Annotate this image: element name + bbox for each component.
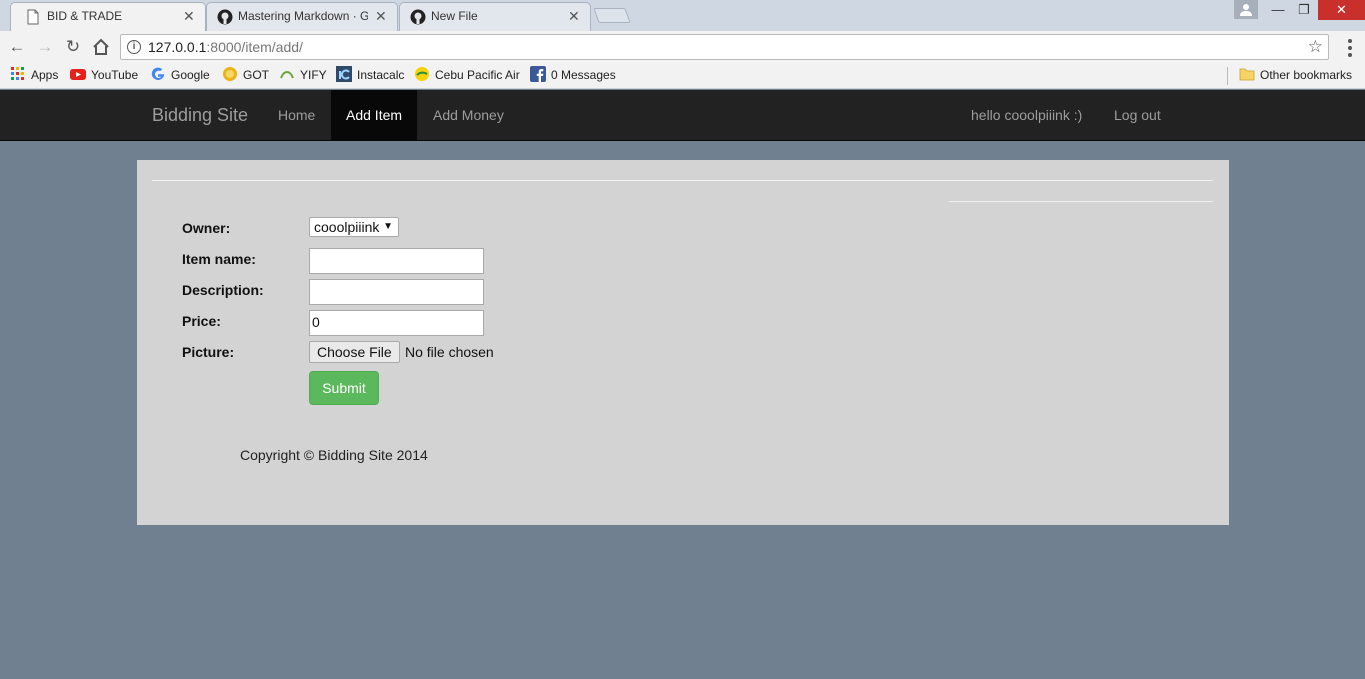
document-icon bbox=[27, 9, 39, 25]
item-name-label: Item name: bbox=[182, 251, 256, 267]
owner-select[interactable]: cooolpiiink ▼ bbox=[309, 217, 399, 237]
tab-title: Mastering Markdown · G bbox=[238, 9, 368, 23]
choose-file-button[interactable]: Choose File bbox=[309, 341, 400, 363]
folder-icon bbox=[1239, 68, 1255, 81]
close-icon[interactable]: ✕ bbox=[183, 8, 195, 25]
close-icon[interactable]: ✕ bbox=[375, 8, 387, 25]
price-input[interactable]: 0 bbox=[309, 310, 484, 336]
profile-icon[interactable] bbox=[1234, 0, 1258, 19]
address-bar[interactable]: i 127.0.0.1:8000/item/add/ ☆ bbox=[120, 34, 1329, 60]
github-icon bbox=[410, 9, 426, 25]
tab-mastering-markdown[interactable]: Mastering Markdown · G ✕ bbox=[206, 2, 398, 31]
nav-home[interactable]: Home bbox=[263, 90, 330, 140]
price-label: Price: bbox=[182, 313, 221, 329]
home-icon[interactable] bbox=[91, 37, 111, 57]
new-tab-button[interactable] bbox=[593, 8, 631, 23]
bookmarks-separator bbox=[1227, 67, 1228, 85]
facebook-icon bbox=[530, 66, 546, 82]
browser-tab-strip: BID & TRADE ✕ Mastering Markdown · G ✕ N… bbox=[0, 0, 1365, 31]
tab-title: New File bbox=[431, 9, 478, 23]
minimize-icon[interactable]: — bbox=[1265, 0, 1291, 20]
window-close-icon[interactable]: ✕ bbox=[1318, 0, 1365, 20]
tab-title: BID & TRADE bbox=[47, 9, 123, 23]
forward-arrow-icon[interactable]: → bbox=[35, 37, 55, 57]
url-text: 127.0.0.1:8000/item/add/ bbox=[148, 39, 303, 55]
file-status-text: No file chosen bbox=[405, 344, 494, 360]
tab-new-file[interactable]: New File ✕ bbox=[399, 2, 591, 31]
site-brand[interactable]: Bidding Site bbox=[152, 105, 248, 126]
bookmark-got[interactable]: GOT bbox=[222, 67, 269, 85]
browser-menu-icon[interactable] bbox=[1340, 36, 1360, 58]
reload-icon[interactable]: ↻ bbox=[63, 37, 83, 57]
divider bbox=[152, 180, 1213, 181]
github-icon bbox=[217, 9, 233, 25]
nav-add-item[interactable]: Add Item bbox=[331, 90, 418, 140]
bookmark-youtube[interactable]: YouTube bbox=[70, 67, 138, 85]
yify-icon bbox=[280, 71, 294, 79]
other-bookmarks[interactable]: Other bookmarks bbox=[1239, 67, 1352, 85]
submit-button[interactable]: Submit bbox=[309, 371, 379, 405]
tab-bid-and-trade[interactable]: BID & TRADE ✕ bbox=[10, 2, 206, 31]
site-navbar: Bidding Site Home Add Item Add Money hel… bbox=[0, 90, 1365, 141]
bookmark-instacalc[interactable]: Instacalc bbox=[336, 66, 404, 85]
description-input[interactable] bbox=[309, 279, 484, 305]
youtube-icon bbox=[70, 69, 86, 80]
add-item-panel: Owner: cooolpiiink ▼ Item name: Descript… bbox=[137, 160, 1229, 525]
bookmark-cebu-pacific[interactable]: Cebu Pacific Air bbox=[414, 67, 520, 85]
back-arrow-icon[interactable]: ← bbox=[7, 37, 27, 57]
got-icon bbox=[223, 67, 237, 81]
divider bbox=[949, 201, 1213, 202]
user-greeting[interactable]: hello cooolpiiink :) bbox=[956, 90, 1097, 140]
bookmark-google[interactable]: Google bbox=[150, 67, 210, 85]
owner-label: Owner: bbox=[182, 220, 231, 236]
info-icon[interactable]: i bbox=[127, 40, 141, 54]
bookmark-yify[interactable]: YIFY bbox=[279, 67, 327, 85]
owner-selected-value: cooolpiiink bbox=[314, 219, 380, 235]
footer-copyright: Copyright © Bidding Site 2014 bbox=[240, 447, 428, 463]
chevron-down-icon: ▼ bbox=[383, 221, 393, 232]
description-label: Description: bbox=[182, 282, 264, 298]
apps-grid-icon bbox=[11, 67, 24, 80]
google-icon bbox=[151, 67, 165, 80]
bookmark-facebook[interactable]: 0 Messages bbox=[530, 66, 616, 85]
nav-logout[interactable]: Log out bbox=[1099, 90, 1176, 140]
picture-label: Picture: bbox=[182, 344, 235, 360]
item-name-input[interactable] bbox=[309, 248, 484, 274]
close-icon[interactable]: ✕ bbox=[568, 8, 580, 25]
browser-toolbar: ← → ↻ i 127.0.0.1:8000/item/add/ ☆ bbox=[0, 31, 1365, 63]
restore-icon[interactable]: ❐ bbox=[1291, 0, 1317, 20]
bookmark-star-icon[interactable]: ☆ bbox=[1308, 37, 1323, 57]
bookmarks-bar: Apps YouTube Google GOT YIFY Instacalc C… bbox=[0, 63, 1365, 89]
bookmark-apps[interactable]: Apps bbox=[10, 67, 58, 85]
cebu-pacific-icon bbox=[415, 67, 429, 81]
instacalc-icon bbox=[336, 66, 352, 82]
nav-add-money[interactable]: Add Money bbox=[418, 90, 519, 140]
